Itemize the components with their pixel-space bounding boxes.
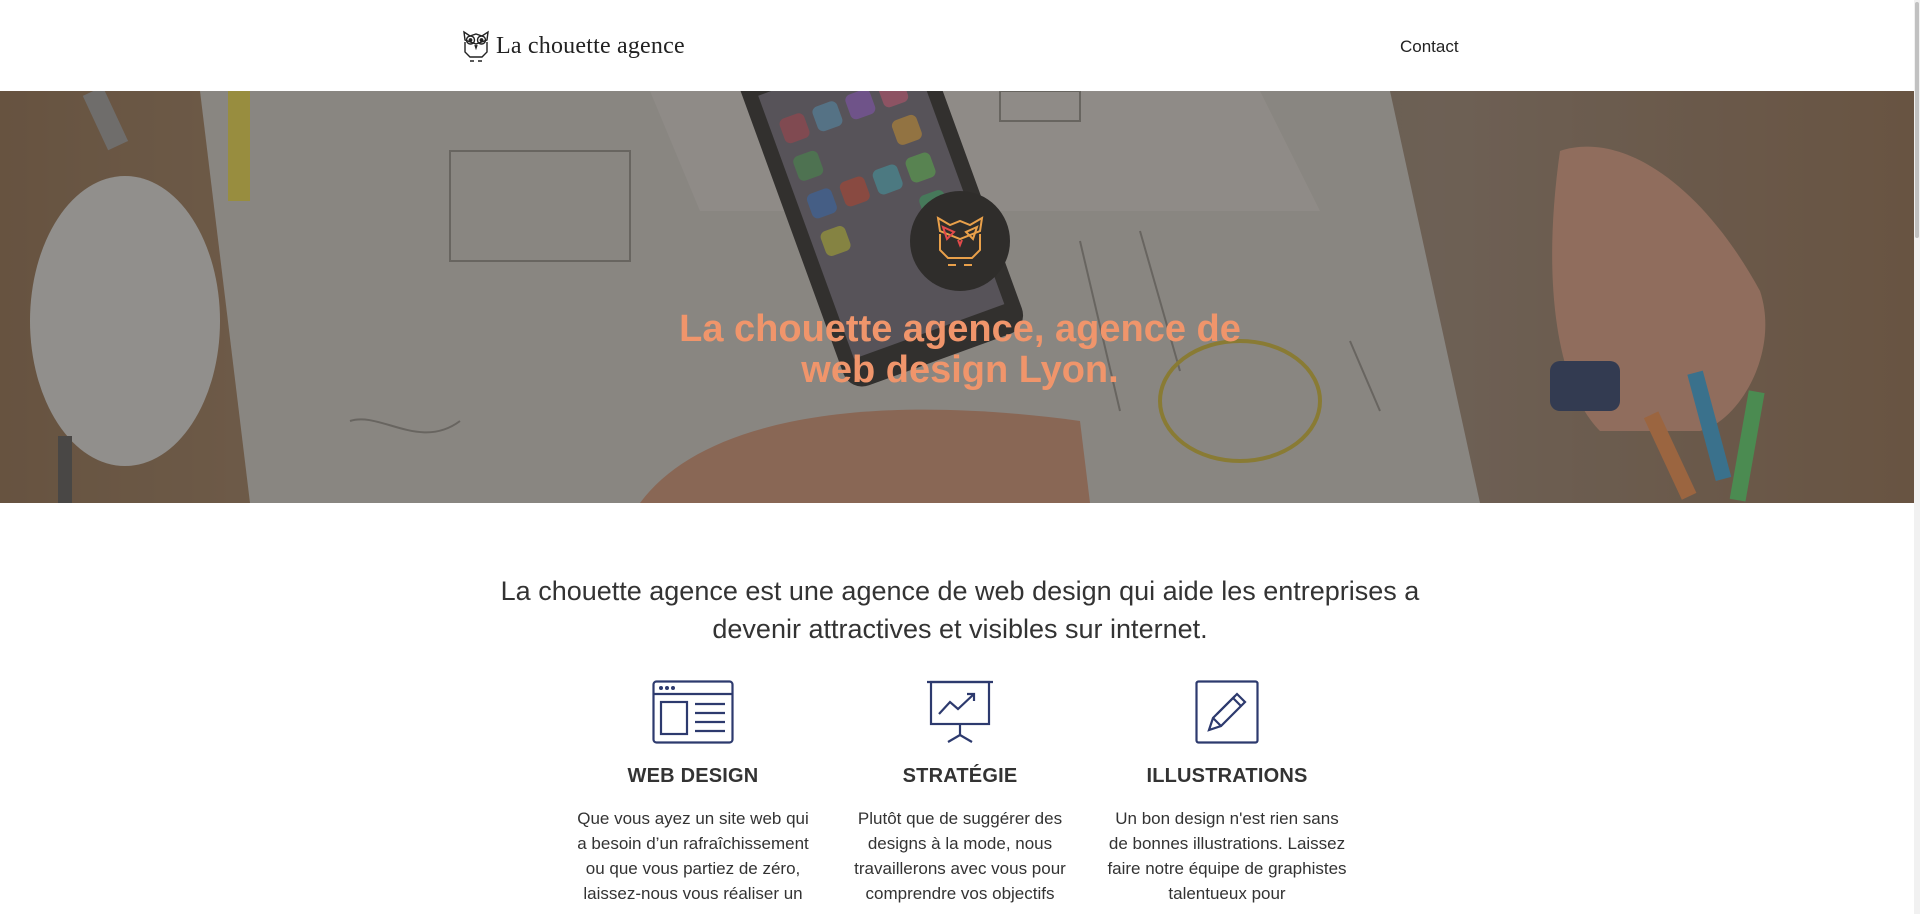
service-web-design: WEB DESIGN Que vous ayez un site web qui…: [573, 680, 813, 906]
service-description: Que vous ayez un site web qui a besoin d…: [577, 809, 809, 903]
brand-name: La chouette agence: [496, 32, 685, 59]
brand-logo-link[interactable]: La chouette agence: [460, 28, 685, 64]
hero-title: La chouette agence, agence de web design…: [679, 308, 1241, 391]
owl-logo-icon: [463, 30, 489, 62]
service-description: Plutôt que de suggérer des designs à la …: [854, 809, 1066, 903]
browser-window-icon: [652, 680, 734, 744]
scrollbar-thumb[interactable]: [1915, 2, 1919, 238]
hero-banner: La chouette agence, agence de web design…: [0, 91, 1920, 503]
service-illustrations: ILLUSTRATIONS Un bon design n'est rien s…: [1107, 680, 1347, 906]
service-title: ILLUSTRATIONS: [1146, 765, 1308, 787]
service-title: STRATÉGIE: [902, 765, 1018, 787]
site-header: La chouette agence Contact: [0, 0, 1920, 91]
service-strategie: STRATÉGIE Plutôt que de suggérer des des…: [840, 680, 1080, 906]
owl-logo-icon: [936, 216, 984, 266]
service-description: Un bon design n'est rien sans de bonnes …: [1107, 809, 1347, 903]
intro-text: La chouette agence est une agence de web…: [500, 576, 1420, 644]
nav-contact-link[interactable]: Contact: [1400, 37, 1459, 57]
presentation-chart-icon: [927, 680, 993, 743]
service-title: WEB DESIGN: [627, 765, 759, 787]
hero-owl-badge: [910, 191, 1010, 291]
pencil-icon: [1195, 680, 1259, 744]
hero-dark-overlay: [0, 91, 1920, 503]
page-scrollbar[interactable]: [1914, 0, 1920, 914]
